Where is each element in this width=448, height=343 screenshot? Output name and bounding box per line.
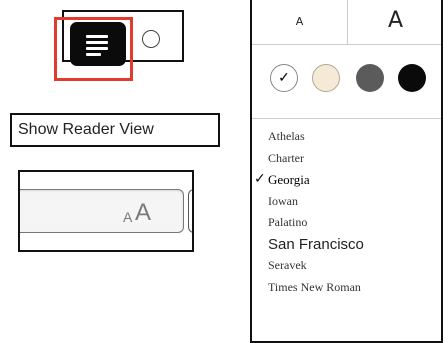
font-list: Athelas Charter ✓ Georgia Iowan Palatino … <box>252 126 441 298</box>
font-label: Georgia <box>268 172 310 187</box>
theme-black-swatch[interactable] <box>398 64 426 92</box>
text-size-small-label[interactable]: A <box>123 209 132 225</box>
highlight-box <box>54 17 133 81</box>
font-label: Seravek <box>268 258 307 272</box>
font-item-seravek[interactable]: Seravek <box>252 255 441 277</box>
theme-white-swatch[interactable]: ✓ <box>270 64 298 92</box>
theme-gray-swatch[interactable] <box>356 64 384 92</box>
decrease-font-size-button[interactable]: A <box>252 0 348 44</box>
font-label: Charter <box>268 150 304 165</box>
font-item-georgia[interactable]: ✓ Georgia <box>252 169 441 191</box>
text-size-large-label[interactable]: A <box>135 199 151 227</box>
theme-row: ✓ <box>252 45 441 119</box>
reader-appearance-panel: A A ✓ Athelas Charter ✓ Georgia Iowan Pal… <box>250 0 443 343</box>
font-item-palatino[interactable]: Palatino <box>252 212 441 234</box>
font-item-charter[interactable]: Charter <box>252 148 441 170</box>
font-size-row: A A <box>252 0 441 45</box>
font-label: Palatino <box>268 215 308 229</box>
font-label: Athelas <box>268 129 305 143</box>
font-label: San Francisco <box>268 235 364 253</box>
address-bar-crop: A A <box>18 170 194 252</box>
font-label: Iowan <box>268 193 298 208</box>
font-item-athelas[interactable]: Athelas <box>252 126 441 148</box>
checkmark-icon: ✓ <box>254 172 266 187</box>
address-field[interactable]: A A <box>20 189 184 233</box>
circle-icon[interactable] <box>142 30 160 48</box>
increase-font-size-button[interactable]: A <box>348 0 441 44</box>
font-item-iowan[interactable]: Iowan <box>252 191 441 213</box>
font-label: Times New Roman <box>268 279 361 294</box>
adjacent-button[interactable] <box>188 189 192 233</box>
font-item-times-new-roman[interactable]: Times New Roman <box>252 277 441 299</box>
reader-view-tooltip: Show Reader View <box>10 113 220 147</box>
theme-sepia-swatch[interactable] <box>312 64 340 92</box>
font-item-san-francisco[interactable]: San Francisco <box>252 234 441 256</box>
checkmark-icon: ✓ <box>278 69 290 85</box>
